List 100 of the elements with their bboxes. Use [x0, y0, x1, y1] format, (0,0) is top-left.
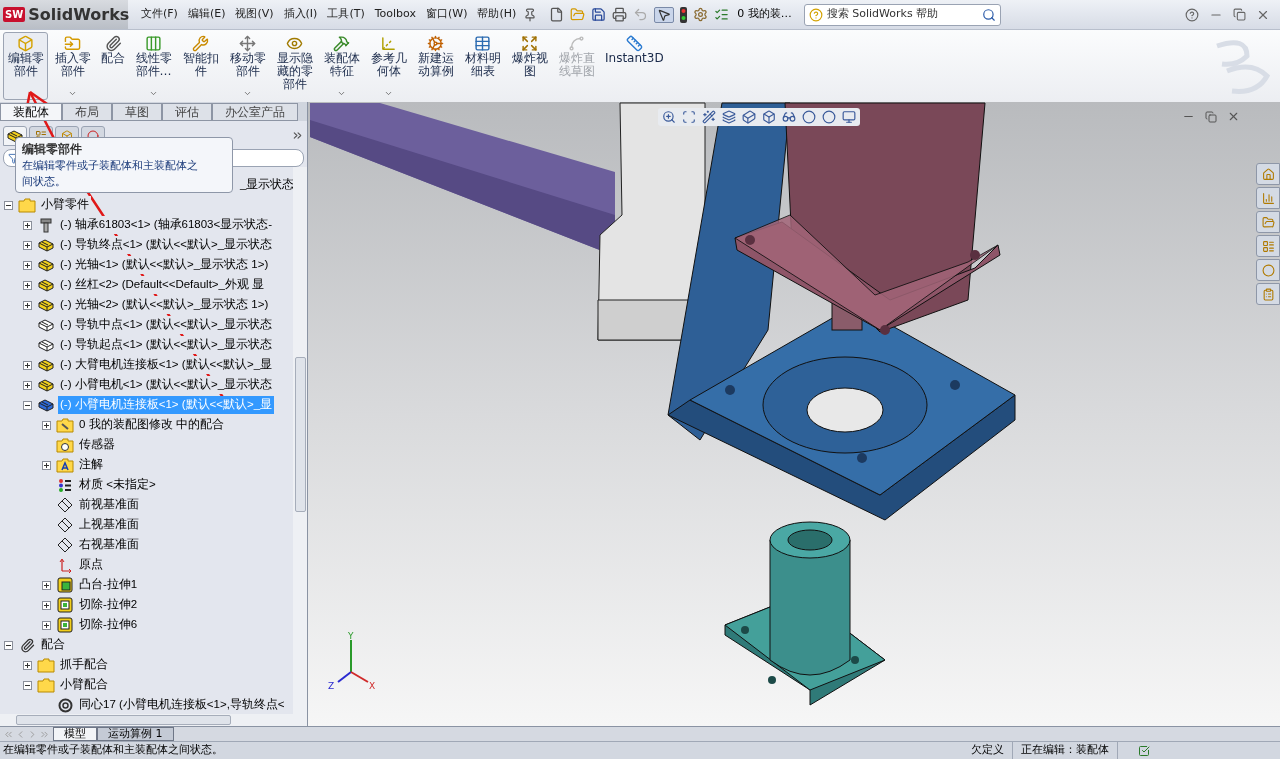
caret-icon[interactable]	[384, 89, 393, 98]
folder-icon	[56, 437, 74, 453]
graphics-area[interactable]: Y Z X	[308, 102, 1280, 726]
tab[interactable]: 办公室产品	[212, 103, 298, 121]
tree-item-label[interactable]: (-) 光轴<1> (默认<<默认>_显示状态 1>)	[58, 256, 271, 274]
monitor-icon[interactable]	[842, 110, 856, 124]
ribbon-button[interactable]: Instant3D	[601, 32, 668, 100]
ribbon-button[interactable]: 编辑零部件	[3, 32, 48, 100]
ribbon-icon	[145, 35, 162, 52]
task-pane-button[interactable]	[1256, 235, 1280, 257]
tab[interactable]: 草图	[112, 103, 162, 121]
cube-icon[interactable]	[742, 110, 756, 124]
search-box[interactable]: 搜索 SolidWorks 帮助	[803, 3, 1001, 26]
save-icon[interactable]	[591, 7, 607, 22]
close-icon[interactable]	[1227, 110, 1240, 123]
ribbon-button[interactable]: 新建运动算例	[413, 32, 458, 100]
section-icon[interactable]	[722, 110, 736, 124]
ribbon-icon	[380, 35, 397, 52]
search-icon[interactable]	[981, 7, 996, 22]
menu-item[interactable]: 窗口(W)	[422, 6, 471, 23]
restore-icon[interactable]	[1233, 8, 1246, 21]
part-icon	[37, 377, 55, 393]
expand-toggle[interactable]	[23, 300, 32, 310]
tab[interactable]: 评估	[162, 103, 212, 121]
tree-item-label[interactable]: (-) 轴承61803<1> (轴承61803<显示状态-	[58, 216, 275, 234]
box-icon[interactable]	[762, 110, 776, 124]
settings-icon[interactable]	[693, 7, 709, 22]
rebuild-icon[interactable]	[1138, 744, 1150, 757]
ribbon-icon	[474, 35, 491, 52]
expand-toggle[interactable]	[42, 600, 51, 610]
glasses-icon[interactable]	[782, 110, 796, 124]
zoom-icon[interactable]	[662, 110, 676, 124]
expand-toggle[interactable]	[42, 460, 51, 470]
tab[interactable]: 装配体	[0, 103, 62, 121]
expand-toggle[interactable]	[23, 660, 32, 670]
ribbon-button[interactable]: 智能扣件	[178, 32, 223, 100]
menu-item[interactable]: Toolbox	[371, 6, 419, 23]
expand-toggle[interactable]	[23, 260, 32, 270]
wand-icon[interactable]	[702, 110, 716, 124]
expand-toggle[interactable]	[23, 240, 32, 250]
tree-item-label[interactable]: (-) 导轨终点<1> (默认<<默认>_显示状态	[58, 236, 275, 254]
ribbon-button[interactable]: 移动零部件	[225, 32, 270, 100]
vertical-scrollbar[interactable]	[293, 167, 307, 714]
part-icon	[37, 357, 55, 373]
tab[interactable]: 模型	[53, 727, 97, 741]
expand-toggle[interactable]	[23, 360, 32, 370]
horizontal-scrollbar[interactable]	[0, 714, 307, 726]
caret-icon[interactable]	[243, 89, 252, 98]
restore-icon[interactable]	[1205, 110, 1217, 123]
expand-toggle[interactable]	[23, 380, 32, 390]
tree-item-label[interactable]: (-) 小臂电机<1> (默认<<默认>_显示状态	[58, 376, 275, 394]
ribbon-button[interactable]: 材料明细表	[460, 32, 505, 100]
caret-icon[interactable]	[68, 89, 77, 98]
tree-item-label[interactable]: (-) 丝杠<2> (Default<<Default>_外观 显	[58, 276, 267, 294]
tab[interactable]: 运动算例 1	[97, 727, 174, 741]
ribbon-button[interactable]: 装配体特征	[319, 32, 364, 100]
tree-item-label[interactable]: (-) 大臂电机连接板<1> (默认<<默认>_显	[58, 356, 275, 374]
concentric-icon	[56, 697, 74, 713]
caret-icon[interactable]	[149, 89, 158, 98]
select-button[interactable]	[654, 6, 675, 23]
ribbon-button[interactable]: 配合	[97, 32, 129, 100]
list-icon[interactable]	[714, 7, 730, 22]
pin-icon[interactable]	[523, 7, 538, 22]
expand-toggle[interactable]	[23, 220, 32, 230]
more-icon[interactable]	[291, 129, 304, 142]
menu-item[interactable]: 帮助(H)	[474, 6, 520, 23]
help-icon[interactable]	[1185, 7, 1199, 22]
plane-icon	[56, 537, 74, 553]
ribbon-button[interactable]: 插入零部件	[50, 32, 95, 100]
expand-toggle[interactable]	[23, 280, 32, 290]
menu-item[interactable]: 文件(F)	[138, 6, 181, 23]
collapse-toggle[interactable]	[23, 400, 32, 410]
traffic-light-icon[interactable]	[680, 6, 688, 23]
zoom-area-icon[interactable]	[682, 110, 696, 124]
collapse-toggle[interactable]	[4, 200, 13, 210]
menu-item[interactable]: 工具(T)	[324, 6, 368, 23]
menu-item[interactable]: 编辑(E)	[184, 6, 229, 23]
tree-item-label[interactable]: (-) 导轨起点<1> (默认<<默认>_显示状态	[58, 336, 275, 354]
ribbon-button[interactable]: 爆炸视图	[507, 32, 552, 100]
collapse-toggle[interactable]	[4, 640, 13, 650]
task-pane-button[interactable]	[1256, 163, 1280, 185]
search-input[interactable]: 搜索 SolidWorks 帮助	[826, 6, 978, 23]
tree-item-label[interactable]: (-) 光轴<2> (默认<<默认>_显示状态 1>)	[58, 296, 271, 314]
ribbon-button[interactable]: 参考几何体	[366, 32, 411, 100]
ribbon-button[interactable]: 线性零部件…	[131, 32, 176, 100]
new-file-icon[interactable]	[549, 7, 565, 22]
menu-item[interactable]: 视图(V)	[232, 6, 277, 23]
print-icon[interactable]	[612, 7, 628, 22]
caret-icon[interactable]	[337, 89, 346, 98]
expand-toggle[interactable]	[42, 620, 51, 630]
tab[interactable]: 布局	[62, 103, 112, 121]
menu-item[interactable]: 插入(I)	[280, 6, 321, 23]
feature-icon	[56, 617, 74, 633]
expand-toggle[interactable]	[42, 580, 51, 590]
expand-toggle[interactable]	[42, 420, 51, 430]
ribbon-button[interactable]: 显示隐藏的零部件	[272, 32, 317, 100]
chart-icon	[1261, 191, 1275, 205]
tree-item-label[interactable]: (-) 导轨中点<1> (默认<<默认>_显示状态	[58, 316, 275, 334]
ribbon-icon	[427, 35, 444, 52]
collapse-toggle[interactable]	[23, 680, 32, 690]
